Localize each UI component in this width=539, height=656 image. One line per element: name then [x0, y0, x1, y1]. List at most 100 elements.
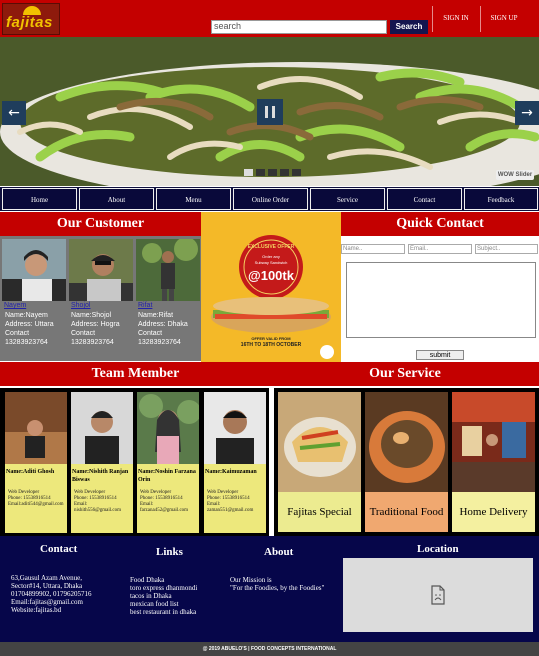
- footer-about-line: "For the Foodies, by the Foodies": [230, 584, 325, 592]
- service-card[interactable]: Home Delivery: [452, 392, 535, 532]
- member-name: Name:Nishith Ranjan Biswas: [72, 469, 129, 483]
- customer-address: Address: Dhaka: [138, 321, 188, 328]
- footer-about-line: Our Mission is: [230, 576, 272, 584]
- slider-dot[interactable]: [268, 169, 277, 176]
- team-card: Name:Aditi Ghosh Web Developer Phone: 15…: [5, 392, 67, 533]
- customer-name: Name:Shojol: [71, 312, 112, 319]
- location-map[interactable]: [343, 558, 533, 632]
- customer-photo: [69, 239, 133, 301]
- customer-info: Name:Rifat Address: Dhaka Contact 132839…: [138, 311, 204, 347]
- service-card[interactable]: Traditional Food: [365, 392, 448, 532]
- site-logo[interactable]: fajitas: [2, 3, 60, 35]
- slider-next-button[interactable]: →: [515, 101, 539, 125]
- customer-address: Address: Uttara: [5, 321, 54, 328]
- nav-online-order[interactable]: Online Order: [233, 188, 308, 210]
- promo-banner[interactable]: EXCLUSIVE OFFER Order any Subway Sandwic…: [201, 212, 341, 362]
- service-label: Home Delivery: [452, 492, 535, 532]
- customer-name: Name:Rifat: [138, 312, 174, 319]
- nav-home[interactable]: Home: [2, 188, 77, 210]
- nav-contact[interactable]: Contact: [387, 188, 462, 210]
- member-email: Email:aditi544@gmail.com: [8, 502, 64, 507]
- footer-link[interactable]: best restaurant in dhaka: [130, 608, 230, 616]
- promo-order-line: Order any: [262, 254, 280, 259]
- footer-contact-heading: Contact: [40, 543, 78, 555]
- service-card[interactable]: Fajitas Special: [278, 392, 361, 532]
- slider-prev-button[interactable]: ←: [2, 101, 26, 125]
- nav-menu[interactable]: Menu: [156, 188, 231, 210]
- arrow-left-icon: ←: [8, 105, 20, 121]
- team-card: Name:Noshin Farzana Orin Web Developer P…: [137, 392, 199, 533]
- sign-up-link[interactable]: SIGN UP: [481, 14, 527, 22]
- service-photo: [452, 392, 535, 492]
- quick-contact-heading: Quick Contact: [341, 212, 539, 236]
- subject-field[interactable]: Subject..: [475, 244, 538, 254]
- member-photo: [204, 392, 266, 464]
- member-details: Web Developer Phone: 15538916514 Email: …: [140, 490, 198, 514]
- logo-text: fajitas: [6, 14, 53, 31]
- promo-valid-label: OFFER VALID FROM: [251, 336, 291, 341]
- customer-link[interactable]: Nayem: [4, 302, 68, 311]
- team-card: Name:Nishith Ranjan Biswas Web Developer…: [71, 392, 133, 533]
- member-photo: [71, 392, 133, 464]
- promo-offer-title: EXCLUSIVE OFFER: [247, 244, 295, 250]
- nav-service[interactable]: Service: [310, 188, 385, 210]
- promo-dates: 16TH TO 18TH OCTOBER: [240, 342, 302, 348]
- customer-phone: 13283923764: [71, 339, 114, 346]
- service-heading: Our Service: [271, 362, 539, 388]
- customer-link[interactable]: Shojol: [71, 302, 135, 311]
- member-details: Web Developer Phone: 15538916514 Email: …: [74, 490, 132, 514]
- slider-dot[interactable]: [256, 169, 265, 176]
- nav-about[interactable]: About: [79, 188, 154, 210]
- slider-dot[interactable]: [244, 169, 253, 176]
- pause-icon: [265, 106, 268, 118]
- footer-about-heading: About: [264, 546, 294, 558]
- footer-contact-line: Sector#14, Uttara, Dhaka: [11, 582, 83, 590]
- customer-photo: [136, 239, 200, 301]
- member-name: Name:Noshin Farzana Orin: [138, 469, 196, 483]
- slider-dot[interactable]: [292, 169, 301, 176]
- customer-link[interactable]: Rifat: [138, 302, 200, 311]
- copyright-bar: @ 2019 ABUELO'S | FOOD CONCEPTS INTERNAT…: [0, 642, 539, 656]
- customer-name: Name:Nayem: [5, 312, 48, 319]
- footer-link[interactable]: mexican food list: [130, 600, 230, 608]
- slider-pause-button[interactable]: [257, 99, 283, 125]
- member-photo: [137, 392, 199, 464]
- customer-info: Name:Shojol Address: Hogra Contact 13283…: [71, 311, 137, 347]
- slider-dot[interactable]: [280, 169, 289, 176]
- footer-contact-line: Email:fajitas@gmail.com: [11, 598, 83, 606]
- nav-feedback[interactable]: Feedback: [464, 188, 538, 210]
- footer-link[interactable]: tacos in Dhaka: [130, 592, 230, 600]
- service-photo: [365, 392, 448, 492]
- promo-price: @100tk: [248, 268, 294, 283]
- customer-contact-label: Contact: [5, 330, 30, 337]
- message-textarea[interactable]: [346, 262, 536, 338]
- footer-link[interactable]: toro express dhanmondi: [130, 584, 230, 592]
- member-name: Name:Kaimuzaman: [205, 469, 257, 475]
- customer-heading: Our Customer: [0, 212, 201, 236]
- broken-document-icon: [431, 585, 445, 605]
- customer-contact-label: Contact: [71, 330, 96, 337]
- slider-watermark: WOW Slider: [496, 170, 534, 180]
- service-label: Traditional Food: [365, 492, 448, 532]
- member-details: Web Developer Phone: 15538916514 Email:a…: [8, 490, 66, 508]
- member-photo: [5, 392, 67, 464]
- customer-phone: 13283923764: [5, 339, 48, 346]
- member-email: Email: farzana452@gmail.com: [140, 502, 189, 513]
- footer-contact-info: 63,Gausul Azam Avenue, Sector#14, Uttara…: [11, 574, 131, 614]
- search-input[interactable]: search: [211, 20, 387, 34]
- arrow-right-icon: →: [521, 105, 533, 121]
- name-field[interactable]: Name..: [341, 244, 405, 254]
- member-email: Email: nishith556@gmail.com: [74, 502, 121, 513]
- pause-icon-bar: [272, 106, 275, 118]
- search-button[interactable]: Search: [390, 20, 428, 34]
- footer-links: Food Dhaka toro express dhanmondi tacos …: [130, 576, 230, 616]
- footer-contact-line: Website:fajitas.bd: [11, 606, 62, 614]
- promo-item: Subway Sandwich: [254, 260, 288, 265]
- member-name: Name:Aditi Ghosh: [6, 469, 55, 475]
- email-field[interactable]: Email..: [408, 244, 472, 254]
- footer-link[interactable]: Food Dhaka: [130, 576, 230, 584]
- sign-in-link[interactable]: SIGN IN: [433, 14, 479, 22]
- team-card: Name:Kaimuzaman Web Developer Phone: 155…: [204, 392, 266, 533]
- service-photo: [278, 392, 361, 492]
- submit-button[interactable]: submit: [416, 350, 464, 360]
